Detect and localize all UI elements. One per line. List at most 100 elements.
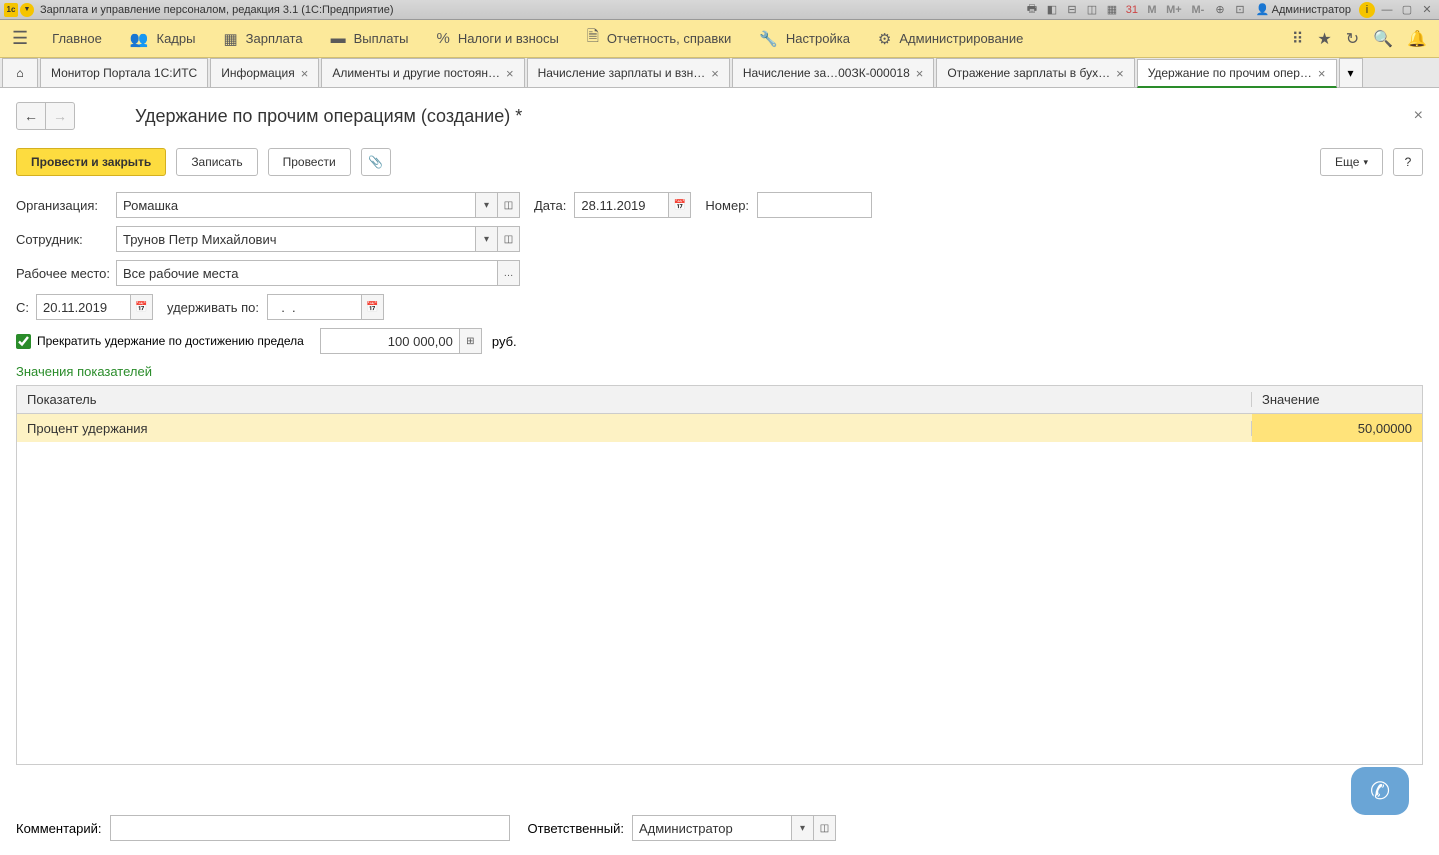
cell-value[interactable]: 50,00000 bbox=[1252, 414, 1422, 442]
current-user[interactable]: 👤Администратор bbox=[1256, 3, 1351, 16]
date-input[interactable] bbox=[574, 192, 669, 218]
column-indicator[interactable]: Показатель bbox=[17, 392, 1252, 407]
window-title: Зарплата и управление персоналом, редакц… bbox=[40, 4, 1024, 16]
tab-monitor[interactable]: Монитор Портала 1С:ИТС bbox=[40, 58, 208, 87]
dropdown-button[interactable]: ▾ bbox=[476, 192, 498, 218]
minimize-icon[interactable]: — bbox=[1379, 2, 1395, 18]
m-plus-button[interactable]: M+ bbox=[1164, 2, 1184, 18]
info-icon[interactable]: i bbox=[1359, 2, 1375, 18]
menu-main[interactable]: Главное bbox=[38, 20, 116, 57]
limit-checkbox-label: Прекратить удержание по достижению преде… bbox=[37, 334, 304, 348]
attach-button[interactable]: 📎 bbox=[361, 148, 391, 176]
tool-icon-4[interactable]: ▦ bbox=[1104, 2, 1120, 18]
calendar-button[interactable]: 📅 bbox=[131, 294, 153, 320]
menu-settings[interactable]: 🔧Настройка bbox=[745, 20, 864, 57]
close-icon[interactable]: × bbox=[711, 66, 719, 81]
m-minus-button[interactable]: M- bbox=[1188, 2, 1208, 18]
select-button[interactable]: … bbox=[498, 260, 520, 286]
paperclip-icon: 📎 bbox=[368, 155, 383, 169]
table-row[interactable]: Процент удержания 50,00000 bbox=[17, 414, 1422, 442]
star-icon[interactable]: ★ bbox=[1317, 29, 1331, 49]
menu-salary[interactable]: ▦Зарплата bbox=[209, 20, 316, 57]
tab-accrual[interactable]: Начисление зарплаты и взн…× bbox=[527, 58, 730, 87]
open-button[interactable]: ◫ bbox=[498, 226, 520, 252]
menu-payments[interactable]: ▬Выплаты bbox=[317, 20, 423, 57]
maximize-icon[interactable]: ▢ bbox=[1399, 2, 1415, 18]
close-page-button[interactable]: × bbox=[1414, 107, 1423, 125]
comment-input[interactable] bbox=[110, 815, 510, 841]
calendar-button[interactable]: 📅 bbox=[362, 294, 384, 320]
wrench-icon: 🔧 bbox=[759, 30, 778, 48]
phone-icon: ✆ bbox=[1370, 777, 1390, 806]
close-icon[interactable]: × bbox=[1318, 66, 1326, 81]
indicators-table: Показатель Значение Процент удержания 50… bbox=[16, 385, 1423, 765]
user-icon: 👤 bbox=[1256, 3, 1270, 16]
limit-checkbox[interactable] bbox=[16, 334, 31, 349]
calculator-button[interactable]: ⊞ bbox=[460, 328, 482, 354]
menu-personnel[interactable]: 👥Кадры bbox=[116, 20, 210, 57]
from-label: С: bbox=[16, 300, 36, 315]
org-input[interactable] bbox=[116, 192, 476, 218]
number-input[interactable] bbox=[757, 192, 872, 218]
more-button[interactable]: Еще ▾ bbox=[1320, 148, 1383, 176]
call-fab[interactable]: ✆ bbox=[1351, 767, 1409, 815]
m-button[interactable]: M bbox=[1144, 2, 1160, 18]
tab-reflection[interactable]: Отражение зарплаты в бух…× bbox=[936, 58, 1134, 87]
app-dropdown-icon[interactable]: ▼ bbox=[20, 3, 34, 17]
calendar-button[interactable]: 📅 bbox=[669, 192, 691, 218]
close-window-icon[interactable]: ✕ bbox=[1419, 2, 1435, 18]
employee-input[interactable] bbox=[116, 226, 476, 252]
tabs-dropdown[interactable]: ▾ bbox=[1339, 58, 1363, 87]
close-icon[interactable]: × bbox=[301, 66, 309, 81]
from-date-input[interactable] bbox=[36, 294, 131, 320]
search-icon[interactable]: 🔍 bbox=[1373, 29, 1393, 49]
zoom-in-icon[interactable]: ⊕ bbox=[1212, 2, 1228, 18]
menu-admin[interactable]: ⚙Администрирование bbox=[864, 20, 1037, 57]
home-tab[interactable]: ⌂ bbox=[2, 58, 38, 87]
close-icon[interactable]: × bbox=[1116, 66, 1124, 81]
main-menu: ☰ Главное 👥Кадры ▦Зарплата ▬Выплаты %Нал… bbox=[0, 20, 1439, 58]
close-icon[interactable]: × bbox=[506, 66, 514, 81]
tab-accrual-doc[interactable]: Начисление за…00ЗК-000018× bbox=[732, 58, 934, 87]
chevron-down-icon: ▾ bbox=[1348, 66, 1354, 80]
burger-icon[interactable]: ☰ bbox=[12, 28, 28, 49]
tab-deduction[interactable]: Удержание по прочим опер…× bbox=[1137, 59, 1337, 88]
write-button[interactable]: Записать bbox=[176, 148, 257, 176]
tool-icon-3[interactable]: ◫ bbox=[1084, 2, 1100, 18]
number-label: Номер: bbox=[705, 198, 749, 213]
close-icon[interactable]: × bbox=[916, 66, 924, 81]
column-value[interactable]: Значение bbox=[1252, 392, 1422, 407]
help-button[interactable]: ? bbox=[1393, 148, 1423, 176]
print-icon[interactable]: 🖶 bbox=[1024, 2, 1040, 18]
date-label: Дата: bbox=[534, 198, 566, 213]
dropdown-button[interactable]: ▾ bbox=[476, 226, 498, 252]
menu-taxes[interactable]: %Налоги и взносы bbox=[422, 20, 572, 57]
comment-label: Комментарий: bbox=[16, 821, 102, 836]
responsible-input[interactable] bbox=[632, 815, 792, 841]
zoom-icon[interactable]: ⊡ bbox=[1232, 2, 1248, 18]
history-icon[interactable]: ↻ bbox=[1346, 29, 1359, 49]
back-button[interactable]: ← bbox=[16, 102, 46, 130]
tab-alimony[interactable]: Алименты и другие постоян…× bbox=[321, 58, 524, 87]
apps-icon[interactable]: ⠿ bbox=[1292, 29, 1304, 49]
bell-icon[interactable]: 🔔 bbox=[1407, 29, 1427, 49]
tab-info[interactable]: Информация× bbox=[210, 58, 319, 87]
table-body[interactable]: Процент удержания 50,00000 bbox=[17, 414, 1422, 764]
post-and-close-button[interactable]: Провести и закрыть bbox=[16, 148, 166, 176]
toolbar: Провести и закрыть Записать Провести 📎 Е… bbox=[16, 148, 1423, 176]
tool-icon-2[interactable]: ⊟ bbox=[1064, 2, 1080, 18]
tool-icon-1[interactable]: ◧ bbox=[1044, 2, 1060, 18]
calendar-icon[interactable]: 31 bbox=[1124, 2, 1140, 18]
limit-input[interactable] bbox=[320, 328, 460, 354]
dropdown-button[interactable]: ▾ bbox=[792, 815, 814, 841]
workplace-input[interactable] bbox=[116, 260, 498, 286]
post-button[interactable]: Провести bbox=[268, 148, 351, 176]
open-button[interactable]: ◫ bbox=[498, 192, 520, 218]
forward-button[interactable]: → bbox=[45, 102, 75, 130]
percent-icon: % bbox=[436, 30, 449, 47]
menu-reports[interactable]: 🗎Отчетность, справки bbox=[573, 20, 745, 57]
open-button[interactable]: ◫ bbox=[814, 815, 836, 841]
section-heading: Значения показателей bbox=[16, 364, 1423, 379]
hold-to-input[interactable] bbox=[267, 294, 362, 320]
table-icon: ▦ bbox=[223, 30, 237, 48]
